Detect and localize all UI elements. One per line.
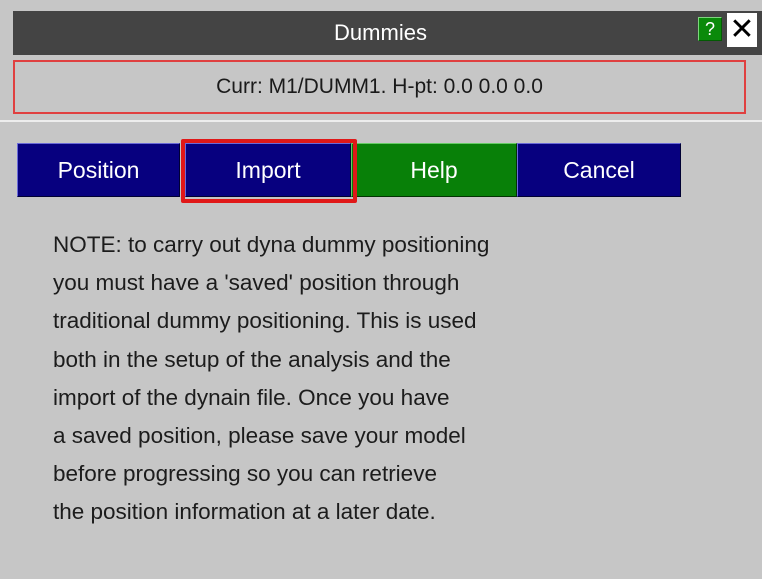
note-line: both in the setup of the analysis and th…: [53, 346, 451, 372]
note-text: NOTE: to carry out dyna dummy positionin…: [53, 226, 753, 532]
help-button[interactable]: Help: [351, 143, 517, 197]
note-line: before progressing so you can retrieve: [53, 461, 437, 487]
cancel-button[interactable]: Cancel: [517, 143, 681, 197]
position-button[interactable]: Position: [17, 143, 180, 197]
close-icon[interactable]: ✕: [727, 13, 757, 47]
note-line: a saved position, please save your model: [53, 423, 466, 449]
note-line: import of the dynain file. Once you have: [53, 384, 450, 410]
note-line: traditional dummy positioning. This is u…: [53, 308, 477, 334]
note-line: you must have a 'saved' position through: [53, 270, 460, 296]
import-button[interactable]: Import: [185, 143, 351, 197]
dummies-window: Dummies ? ✕ Curr: M1/DUMM1. H-pt: 0.0 0.…: [0, 0, 762, 579]
divider: [0, 120, 762, 122]
current-dummy-status: Curr: M1/DUMM1. H-pt: 0.0 0.0 0.0: [13, 60, 746, 114]
note-line: NOTE: to carry out dyna dummy positionin…: [53, 232, 490, 257]
note-line: the position information at a later date…: [53, 499, 436, 525]
help-icon[interactable]: ?: [698, 17, 722, 41]
window-title: Dummies: [334, 20, 427, 45]
title-bar: Dummies: [13, 11, 762, 55]
